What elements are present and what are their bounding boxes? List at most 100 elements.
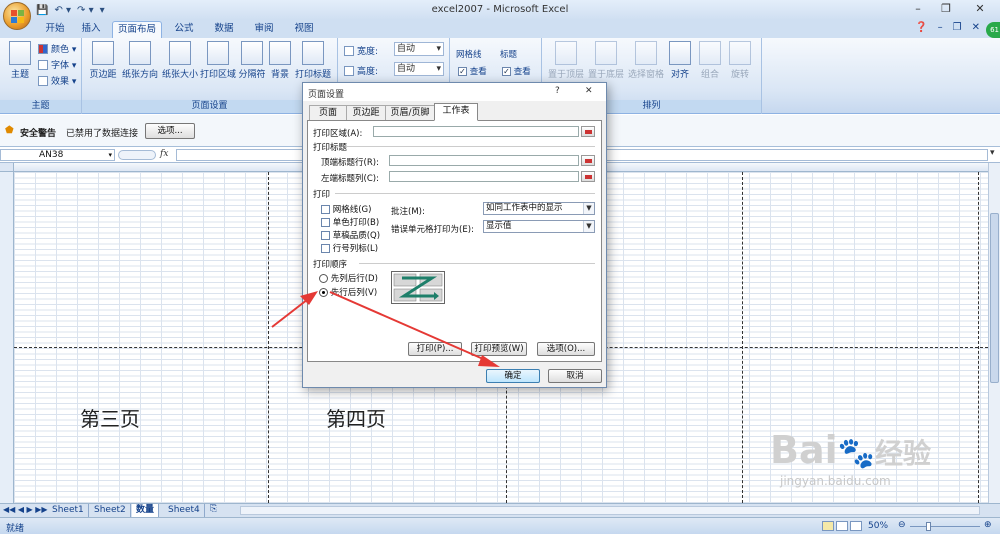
tab-page[interactable]: 页面 (309, 105, 347, 121)
effects-button[interactable]: 效果 ▾ (38, 74, 76, 87)
office-button[interactable] (3, 2, 31, 30)
help-icon[interactable]: ❓ (915, 22, 927, 33)
colors-button[interactable]: 颜色 ▾ (38, 42, 76, 55)
gridlines-checkbox[interactable] (321, 205, 330, 214)
align-button[interactable]: 对齐 (666, 41, 694, 80)
tab-insert[interactable]: 插入 (74, 21, 108, 38)
minimize-button[interactable]: – (904, 0, 932, 18)
cols-repeat-collapse-icon[interactable] (581, 171, 595, 182)
size-button[interactable]: 纸张大小 (160, 41, 200, 80)
tab-view[interactable]: 视图 (286, 21, 322, 38)
name-box-dropdown-icon: ▾ (108, 151, 112, 159)
horizontal-scrollbar[interactable] (240, 506, 980, 515)
black-white-checkbox[interactable] (321, 218, 330, 227)
rows-repeat-collapse-icon[interactable] (581, 155, 595, 166)
margins-button[interactable]: 页边距 (86, 41, 120, 80)
expand-formula-icon[interactable] (118, 150, 156, 160)
dialog-close-button[interactable]: ✕ (585, 86, 593, 96)
down-then-over-radio[interactable] (319, 274, 328, 283)
options-button[interactable]: 选项(O)... (537, 342, 595, 356)
security-options-button[interactable]: 选项... (145, 123, 195, 139)
print-titles-label: 打印标题 (294, 70, 331, 80)
headings-view-checkbox[interactable]: ✓ (502, 67, 511, 76)
ribbon-restore-icon[interactable]: ❐ (953, 22, 962, 33)
print-button[interactable]: 打印(P)... (408, 342, 462, 356)
insert-sheet-icon[interactable]: ⎘ (210, 504, 217, 514)
tab-data[interactable]: 数据 (206, 21, 242, 38)
normal-view-icon[interactable] (822, 521, 834, 531)
headings-option[interactable]: 行号列标(L) (321, 242, 378, 254)
tab-review[interactable]: 审阅 (246, 21, 282, 38)
zoom-out-icon[interactable]: ⊖ (898, 520, 906, 530)
zoom-slider-thumb[interactable] (926, 522, 931, 531)
cols-repeat-input[interactable] (389, 171, 579, 182)
over-then-down-radio[interactable] (319, 288, 328, 297)
ribbon-min-icon[interactable]: – (938, 22, 943, 33)
gridlines-view-check[interactable]: ✓ 查看 (458, 65, 487, 77)
select-all-corner[interactable] (0, 163, 14, 172)
sheet-tab-quantity[interactable]: 数量 (132, 504, 160, 517)
down-then-over-option[interactable]: 先列后行(D) (319, 272, 378, 284)
send-back-button[interactable]: 置于底层 (586, 41, 626, 80)
background-button[interactable]: 背景 (268, 41, 292, 80)
tab-home[interactable]: 开始 (36, 21, 74, 38)
ribbon-close-icon[interactable]: ✕ (972, 22, 980, 33)
print-area-button[interactable]: 打印区域 (200, 41, 236, 80)
width-label-row: 宽度: (344, 44, 378, 57)
tab-margins[interactable]: 页边距 (346, 105, 386, 121)
row-headers[interactable] (0, 172, 14, 503)
ok-button[interactable]: 确定 (486, 369, 540, 383)
breaks-button[interactable]: 分隔符 (236, 41, 268, 80)
print-area-input[interactable] (373, 126, 579, 137)
print-area-collapse-icon[interactable] (581, 126, 595, 137)
page-layout-view-icon[interactable] (836, 521, 848, 531)
sheet-tab-sheet1[interactable]: Sheet1 (48, 504, 89, 517)
group-button[interactable]: 组合 (696, 41, 724, 80)
restore-button[interactable]: ❐ (932, 0, 960, 18)
selection-pane-button[interactable]: 选择窗格 (626, 41, 666, 80)
tab-formulas[interactable]: 公式 (166, 21, 202, 38)
errors-select[interactable]: 显示值 ▼ (483, 220, 595, 233)
align-icon (669, 41, 691, 65)
gridlines-view-checkbox[interactable]: ✓ (458, 67, 467, 76)
fonts-button[interactable]: 字体 ▾ (38, 58, 76, 71)
headings-checkbox[interactable] (321, 244, 330, 253)
tab-page-layout[interactable]: 页面布局 (112, 21, 162, 38)
orientation-button[interactable]: 纸张方向 (120, 41, 160, 80)
height-combo[interactable]: 自动 ▾ (394, 62, 444, 76)
bring-front-button[interactable]: 置于顶层 (546, 41, 586, 80)
close-button[interactable]: ✕ (960, 0, 1000, 18)
tab-sheet[interactable]: 工作表 (434, 103, 478, 121)
draft-checkbox[interactable] (321, 231, 330, 240)
black-white-option[interactable]: 单色打印(B) (321, 216, 379, 228)
page-order-preview-icon (391, 271, 445, 304)
print-titles-button[interactable]: 打印标题 (294, 41, 332, 80)
vertical-scrollbar[interactable] (988, 163, 1000, 503)
formula-expand-icon[interactable]: ▾ (990, 148, 995, 158)
rotate-button[interactable]: 旋转 (726, 41, 754, 80)
function-icon[interactable]: fx (160, 149, 168, 159)
zoom-in-icon[interactable]: ⊕ (984, 520, 992, 530)
width-combo[interactable]: 自动 ▾ (394, 42, 444, 56)
rows-repeat-input[interactable] (389, 155, 579, 166)
sheet-tab-sheet4[interactable]: Sheet4 (164, 504, 205, 517)
comments-select[interactable]: 如同工作表中的显示 ▼ (483, 202, 595, 215)
themes-button[interactable]: 主题 (6, 41, 34, 80)
draft-option[interactable]: 草稿品质(Q) (321, 229, 380, 241)
print-preview-button[interactable]: 打印预览(W) (471, 342, 527, 356)
headings-option-label: 行号列标(L) (332, 244, 379, 254)
headings-view-check[interactable]: ✓ 查看 (502, 65, 531, 77)
tab-header-footer[interactable]: 页眉/页脚 (385, 105, 435, 121)
scrollbar-thumb[interactable] (990, 213, 999, 383)
page-break-view-icon[interactable] (850, 521, 862, 531)
zoom-level[interactable]: 50% (868, 521, 888, 531)
cancel-button[interactable]: 取消 (548, 369, 602, 383)
watermark-brand-cn: 经验 (875, 437, 932, 470)
zoom-slider[interactable] (910, 526, 980, 527)
sheet-nav-icons[interactable]: ◀◀ ◀ ▶ ▶▶ (3, 505, 48, 514)
name-box[interactable]: AN38 ▾ (0, 149, 115, 161)
gridlines-option[interactable]: 网格线(G) (321, 203, 371, 215)
dialog-help-button[interactable]: ? (555, 86, 560, 96)
sheet-tab-sheet2[interactable]: Sheet2 (90, 504, 131, 517)
over-then-down-option[interactable]: 先行后列(V) (319, 286, 377, 298)
